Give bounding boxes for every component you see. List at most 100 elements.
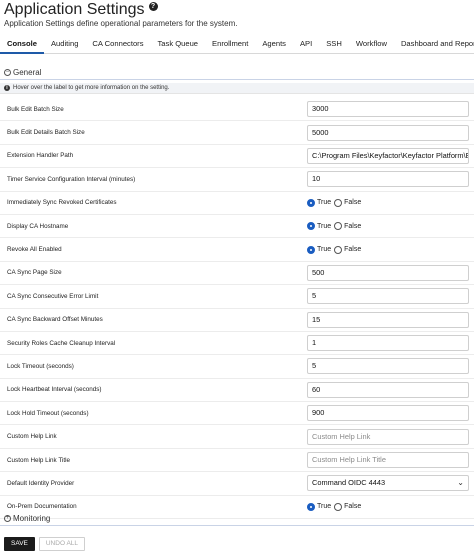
timer-service-interval-input[interactable]: 10 bbox=[307, 171, 469, 188]
setting-label[interactable]: Security Roles Cache Cleanup Interval bbox=[7, 340, 115, 347]
setting-control: 5 bbox=[307, 288, 469, 305]
settings-tabs: Console Auditing CA Connectors Task Queue En… bbox=[0, 36, 474, 54]
security-roles-cache-cleanup-input[interactable]: 1 bbox=[307, 335, 469, 352]
radio-true-label[interactable]: True bbox=[317, 503, 331, 510]
setting-row-lock-timeout: Lock Timeout (seconds) 5 bbox=[0, 355, 474, 379]
radio-true-label[interactable]: True bbox=[317, 199, 331, 206]
select-value: Command OIDC 4443 bbox=[312, 478, 386, 488]
setting-control: True False bbox=[307, 195, 469, 211]
expand-plus-icon[interactable]: + bbox=[4, 514, 11, 522]
custom-help-link-input[interactable]: Custom Help Link bbox=[307, 428, 469, 445]
setting-row-default-identity-provider: Default Identity Provider Command OIDC 44… bbox=[0, 472, 474, 496]
radio-true[interactable] bbox=[307, 222, 315, 231]
tab-dashboard-and-reports[interactable]: Dashboard and Reports bbox=[394, 36, 474, 54]
setting-label[interactable]: CA Sync Consecutive Error Limit bbox=[7, 293, 98, 300]
section-monitoring-label[interactable]: Monitoring bbox=[13, 514, 50, 523]
setting-control: 3000 bbox=[307, 101, 469, 118]
section-divider bbox=[0, 79, 474, 80]
setting-label[interactable]: Lock Hold Timeout (seconds) bbox=[7, 410, 89, 417]
setting-label[interactable]: Bulk Edit Details Batch Size bbox=[7, 129, 85, 136]
tab-console[interactable]: Console bbox=[0, 36, 44, 54]
setting-control: Custom Help Link Title bbox=[307, 452, 469, 469]
setting-control: 5000 bbox=[307, 124, 469, 141]
setting-label[interactable]: Display CA Hostname bbox=[7, 223, 68, 230]
setting-control: True False bbox=[307, 242, 469, 258]
setting-row-bulk-edit-batch-size: Bulk Edit Batch Size 3000 bbox=[0, 98, 474, 122]
setting-label[interactable]: Bulk Edit Batch Size bbox=[7, 106, 64, 113]
setting-label[interactable]: Timer Service Configuration Interval (mi… bbox=[7, 176, 135, 183]
page-subtitle: Application Settings define operational … bbox=[4, 19, 238, 28]
ca-sync-error-limit-input[interactable]: 5 bbox=[307, 288, 469, 305]
setting-label[interactable]: CA Sync Backward Offset Minutes bbox=[7, 316, 103, 323]
setting-control: True False bbox=[307, 499, 469, 515]
section-general-label[interactable]: General bbox=[13, 68, 41, 77]
radio-false-label[interactable]: False bbox=[344, 223, 361, 230]
custom-help-link-title-input[interactable]: Custom Help Link Title bbox=[307, 452, 469, 469]
setting-label[interactable]: Revoke All Enabled bbox=[7, 246, 62, 253]
setting-label[interactable]: Lock Timeout (seconds) bbox=[7, 363, 74, 370]
radio-true-label[interactable]: True bbox=[317, 246, 331, 253]
setting-label[interactable]: Custom Help Link bbox=[7, 433, 57, 440]
page-title: Application Settings bbox=[4, 1, 145, 18]
setting-row-bulk-edit-details-batch-size: Bulk Edit Details Batch Size 5000 bbox=[0, 121, 474, 145]
tab-task-queue[interactable]: Task Queue bbox=[151, 36, 206, 54]
radio-false[interactable] bbox=[334, 198, 343, 207]
chevron-down-icon: ⌄ bbox=[457, 478, 464, 488]
radio-false[interactable] bbox=[334, 245, 343, 254]
revoke-all-enabled-radio-group: True False bbox=[307, 242, 469, 258]
setting-row-security-roles-cache-cleanup: Security Roles Cache Cleanup Interval 1 bbox=[0, 332, 474, 356]
tab-enrollment[interactable]: Enrollment bbox=[205, 36, 255, 54]
ca-sync-backward-offset-input[interactable]: 15 bbox=[307, 311, 469, 328]
radio-false-label[interactable]: False bbox=[344, 246, 361, 253]
setting-row-ca-sync-page-size: CA Sync Page Size 500 bbox=[0, 262, 474, 286]
radio-false[interactable] bbox=[334, 222, 343, 231]
bulk-edit-batch-size-input[interactable]: 3000 bbox=[307, 101, 469, 118]
ca-sync-page-size-input[interactable]: 500 bbox=[307, 264, 469, 281]
tab-ssh[interactable]: SSH bbox=[319, 36, 349, 54]
info-bar: i Hover over the label to get more infor… bbox=[0, 83, 474, 94]
tab-workflow[interactable]: Workflow bbox=[349, 36, 394, 54]
setting-label[interactable]: On-Prem Documentation bbox=[7, 503, 77, 510]
setting-label[interactable]: Extension Handler Path bbox=[7, 152, 73, 159]
lock-hold-timeout-input[interactable]: 900 bbox=[307, 405, 469, 422]
setting-row-lock-hold-timeout: Lock Hold Timeout (seconds) 900 bbox=[0, 402, 474, 426]
radio-true[interactable] bbox=[307, 502, 315, 511]
setting-label[interactable]: Default Identity Provider bbox=[7, 480, 74, 487]
section-general-header[interactable]: − General bbox=[4, 66, 41, 78]
lock-timeout-input[interactable]: 5 bbox=[307, 358, 469, 375]
default-identity-provider-select[interactable]: Command OIDC 4443 ⌄ bbox=[307, 475, 469, 492]
setting-control: 15 bbox=[307, 311, 469, 328]
setting-row-ca-sync-backward-offset: CA Sync Backward Offset Minutes 15 bbox=[0, 309, 474, 332]
question-circle-icon[interactable]: ? bbox=[148, 2, 158, 11]
setting-label[interactable]: Immediately Sync Revoked Certificates bbox=[7, 199, 117, 206]
tab-ca-connectors[interactable]: CA Connectors bbox=[85, 36, 150, 54]
radio-true[interactable] bbox=[307, 198, 315, 207]
info-icon: i bbox=[4, 85, 10, 91]
section-monitoring-header[interactable]: + Monitoring bbox=[4, 512, 50, 524]
setting-label[interactable]: CA Sync Page Size bbox=[7, 269, 62, 276]
setting-control: Custom Help Link bbox=[307, 428, 469, 445]
radio-true[interactable] bbox=[307, 245, 315, 254]
lock-heartbeat-interval-input[interactable]: 60 bbox=[307, 381, 469, 398]
setting-row-timer-service-interval: Timer Service Configuration Interval (mi… bbox=[0, 168, 474, 192]
setting-control: 10 bbox=[307, 171, 469, 188]
radio-false[interactable] bbox=[334, 502, 343, 511]
bulk-edit-details-batch-size-input[interactable]: 5000 bbox=[307, 124, 469, 141]
setting-label[interactable]: Lock Heartbeat Interval (seconds) bbox=[7, 386, 102, 393]
collapse-minus-icon[interactable]: − bbox=[4, 68, 11, 76]
action-bar: SAVE UNDO ALL bbox=[0, 535, 474, 553]
setting-row-sync-revoked-certs: Immediately Sync Revoked Certificates Tru… bbox=[0, 192, 474, 215]
setting-row-display-ca-hostname: Display CA Hostname True False bbox=[0, 215, 474, 239]
setting-control: Command OIDC 4443 ⌄ bbox=[307, 475, 469, 492]
radio-false-label[interactable]: False bbox=[344, 503, 361, 510]
save-button[interactable]: SAVE bbox=[4, 537, 35, 551]
extension-handler-path-input[interactable]: C:\Program Files\Keyfactor\Keyfactor Pla… bbox=[307, 147, 469, 164]
radio-true-label[interactable]: True bbox=[317, 223, 331, 230]
tab-auditing[interactable]: Auditing bbox=[44, 36, 85, 54]
radio-false-label[interactable]: False bbox=[344, 199, 361, 206]
undo-all-button[interactable]: UNDO ALL bbox=[38, 537, 86, 551]
setting-label[interactable]: Custom Help Link Title bbox=[7, 457, 70, 464]
tab-agents[interactable]: Agents bbox=[255, 36, 293, 54]
tab-api[interactable]: API bbox=[293, 36, 319, 54]
setting-row-extension-handler-path: Extension Handler Path C:\Program Files\K… bbox=[0, 145, 474, 169]
